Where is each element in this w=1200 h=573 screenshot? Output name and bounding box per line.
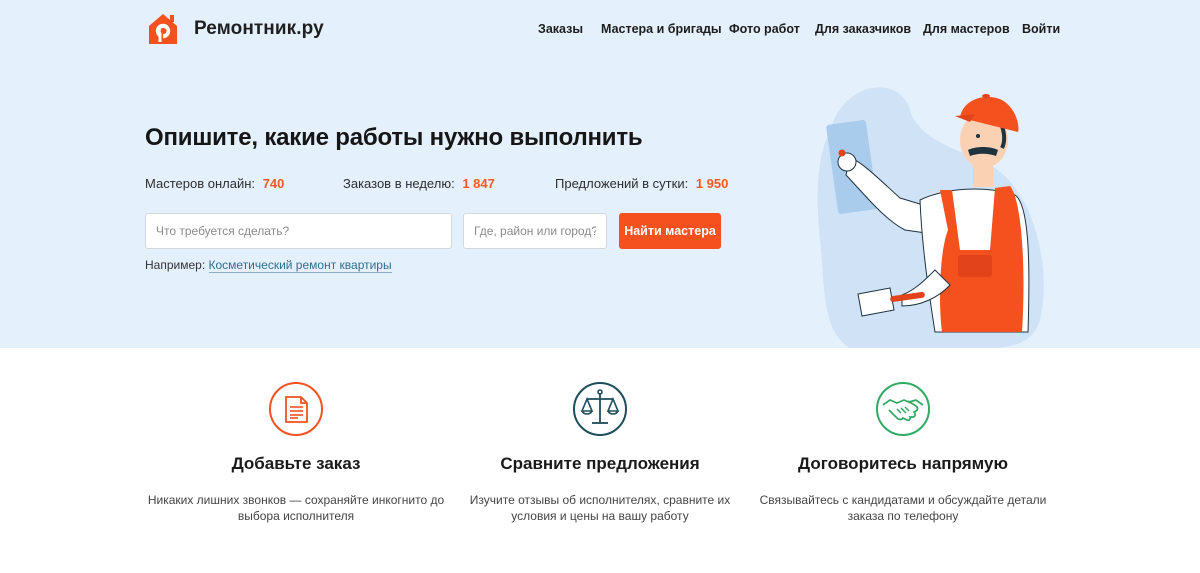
page-title: Опишите, какие работы нужно выполнить: [145, 124, 643, 151]
feature-title: Добавьте заказ: [231, 454, 361, 473]
stat-label: Предложений в сутки:: [555, 176, 689, 191]
stat-offers-day: Предложений в сутки: 1 950: [555, 176, 728, 191]
example-prefix: Например:: [145, 258, 206, 272]
worker-illustration: [817, 87, 1044, 348]
main-nav: Заказы Мастера и бригады Фото работ Для …: [0, 22, 1200, 40]
stat-value: 740: [262, 176, 285, 191]
feature-title: Договоритесь напрямую: [798, 454, 1008, 473]
feature-description: Никаких лишних звонков — сохраняйте инко…: [147, 493, 445, 523]
example-link[interactable]: Косметический ремонт квартиры: [208, 258, 392, 273]
feature-title: Сравните предложения: [500, 454, 700, 473]
task-search-input[interactable]: [145, 213, 452, 249]
features-section: Добавьте заказ Никаких лишних звонков — …: [0, 348, 1200, 573]
stat-masters-online: Мастеров онлайн: 740: [145, 176, 284, 191]
search-example: Например: Косметический ремонт квартиры: [145, 258, 392, 273]
location-input[interactable]: [463, 213, 607, 249]
feature-description: Связывайтесь с кандидатами и обсуждайте …: [759, 493, 1047, 523]
stat-label: Мастеров онлайн:: [145, 176, 255, 191]
document-icon: [269, 382, 323, 436]
stat-value: 1 847: [462, 176, 495, 191]
stat-label: Заказов в неделю:: [343, 176, 455, 191]
find-master-button[interactable]: Найти мастера: [619, 213, 721, 249]
nav-link-orders[interactable]: Заказы: [538, 22, 583, 36]
stat-orders-week: Заказов в неделю: 1 847: [343, 176, 495, 191]
handshake-icon: [876, 382, 930, 436]
nav-link-login[interactable]: Войти: [1022, 22, 1060, 36]
stat-value: 1 950: [695, 176, 729, 191]
scales-icon: [573, 382, 627, 436]
site-header: Ремонтник.ру Заказы Мастера и бригады Фо…: [0, 0, 1200, 62]
hero-section: Ремонтник.ру Заказы Мастера и бригады Фо…: [0, 0, 1200, 348]
feature-description: Изучите отзывы об исполнителях, сравните…: [469, 493, 731, 523]
nav-link-for-masters[interactable]: Для мастеров: [923, 22, 1010, 36]
nav-link-customers[interactable]: Для заказчиков: [815, 22, 911, 36]
nav-link-masters[interactable]: Мастера и бригады: [601, 22, 722, 36]
nav-link-photos[interactable]: Фото работ: [729, 22, 800, 36]
